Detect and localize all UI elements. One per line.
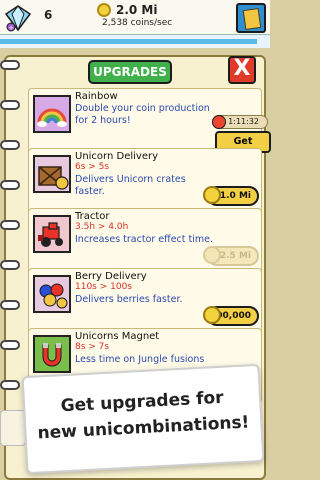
ring-icon	[0, 300, 20, 310]
price-label: 1.0 Mi	[219, 191, 251, 201]
rainbow-icon	[33, 95, 71, 133]
ring-icon	[0, 100, 20, 110]
ring-icon	[0, 260, 20, 270]
progress-fill	[0, 39, 257, 44]
notebook-rings	[0, 60, 20, 460]
upgrade-title: Rainbow	[75, 91, 118, 102]
upgrade-description: Less time on Jungle fusions	[75, 354, 205, 365]
upgrade-time: 3.5h > 4.0h	[75, 222, 129, 232]
close-button[interactable]: X	[228, 56, 256, 84]
promo-banner: Get upgrades for new unicombinations!	[21, 363, 265, 475]
coin-icon	[203, 246, 221, 264]
upgrade-description: Double your coin production for 2 hours!	[75, 103, 210, 126]
ring-icon	[0, 340, 20, 350]
pushpin-icon	[0, 410, 26, 446]
upgrade-description: Increases tractor effect time.	[75, 234, 213, 245]
buy-button-disabled[interactable]: 2.5 Mi	[203, 246, 259, 266]
magnet-icon	[33, 335, 71, 373]
progress-bar	[0, 34, 270, 48]
ring-icon	[0, 220, 20, 230]
coin-balance: 2.0 Mi	[116, 3, 158, 17]
ring-icon	[0, 180, 20, 190]
gem-count: 6	[44, 8, 53, 22]
bonus-timer-text: 1:11:32	[228, 117, 259, 126]
crate-icon	[33, 155, 71, 193]
tractor-icon	[33, 215, 71, 253]
coin-rate: 2,538 coins/sec	[102, 18, 173, 28]
clock-icon	[212, 115, 226, 129]
upgrade-description: Delivers berries faster.	[75, 294, 183, 305]
coin-icon	[203, 186, 221, 204]
buy-button[interactable]: 1.0 Mi	[203, 186, 259, 206]
panel-title-tab: UPGRADES	[88, 60, 172, 84]
book-icon	[242, 7, 262, 31]
upgrade-title: Tractor	[75, 211, 110, 222]
ring-icon	[0, 380, 20, 390]
gem-icon[interactable]: +	[4, 4, 32, 32]
ring-icon	[0, 60, 20, 70]
top-bar: + 6 2.0 Mi 2,538 coins/sec	[0, 0, 270, 34]
coin-icon	[97, 3, 111, 17]
collection-book-button[interactable]	[236, 3, 266, 33]
upgrade-title: Berry Delivery	[75, 271, 147, 282]
promo-line-2: new unicombinations!	[37, 412, 250, 444]
upgrade-title: Unicorn Delivery	[75, 151, 159, 162]
buy-button[interactable]: 600,000	[203, 306, 259, 326]
upgrade-title: Unicorns Magnet	[75, 331, 160, 342]
coin-icon	[203, 306, 221, 324]
upgrade-description: Delivers Unicorn crates faster.	[75, 174, 186, 197]
upgrade-time: 6s > 5s	[75, 162, 110, 172]
svg-text:+: +	[8, 24, 14, 32]
upgrade-time: 110s > 100s	[75, 282, 132, 292]
panel-title: UPGRADES	[93, 65, 167, 79]
bonus-timer: 1:11:32	[212, 115, 268, 129]
price-label: 2.5 Mi	[219, 251, 251, 261]
upgrade-time: 8s > 7s	[75, 342, 110, 352]
berries-icon	[33, 275, 71, 313]
ring-icon	[0, 140, 20, 150]
